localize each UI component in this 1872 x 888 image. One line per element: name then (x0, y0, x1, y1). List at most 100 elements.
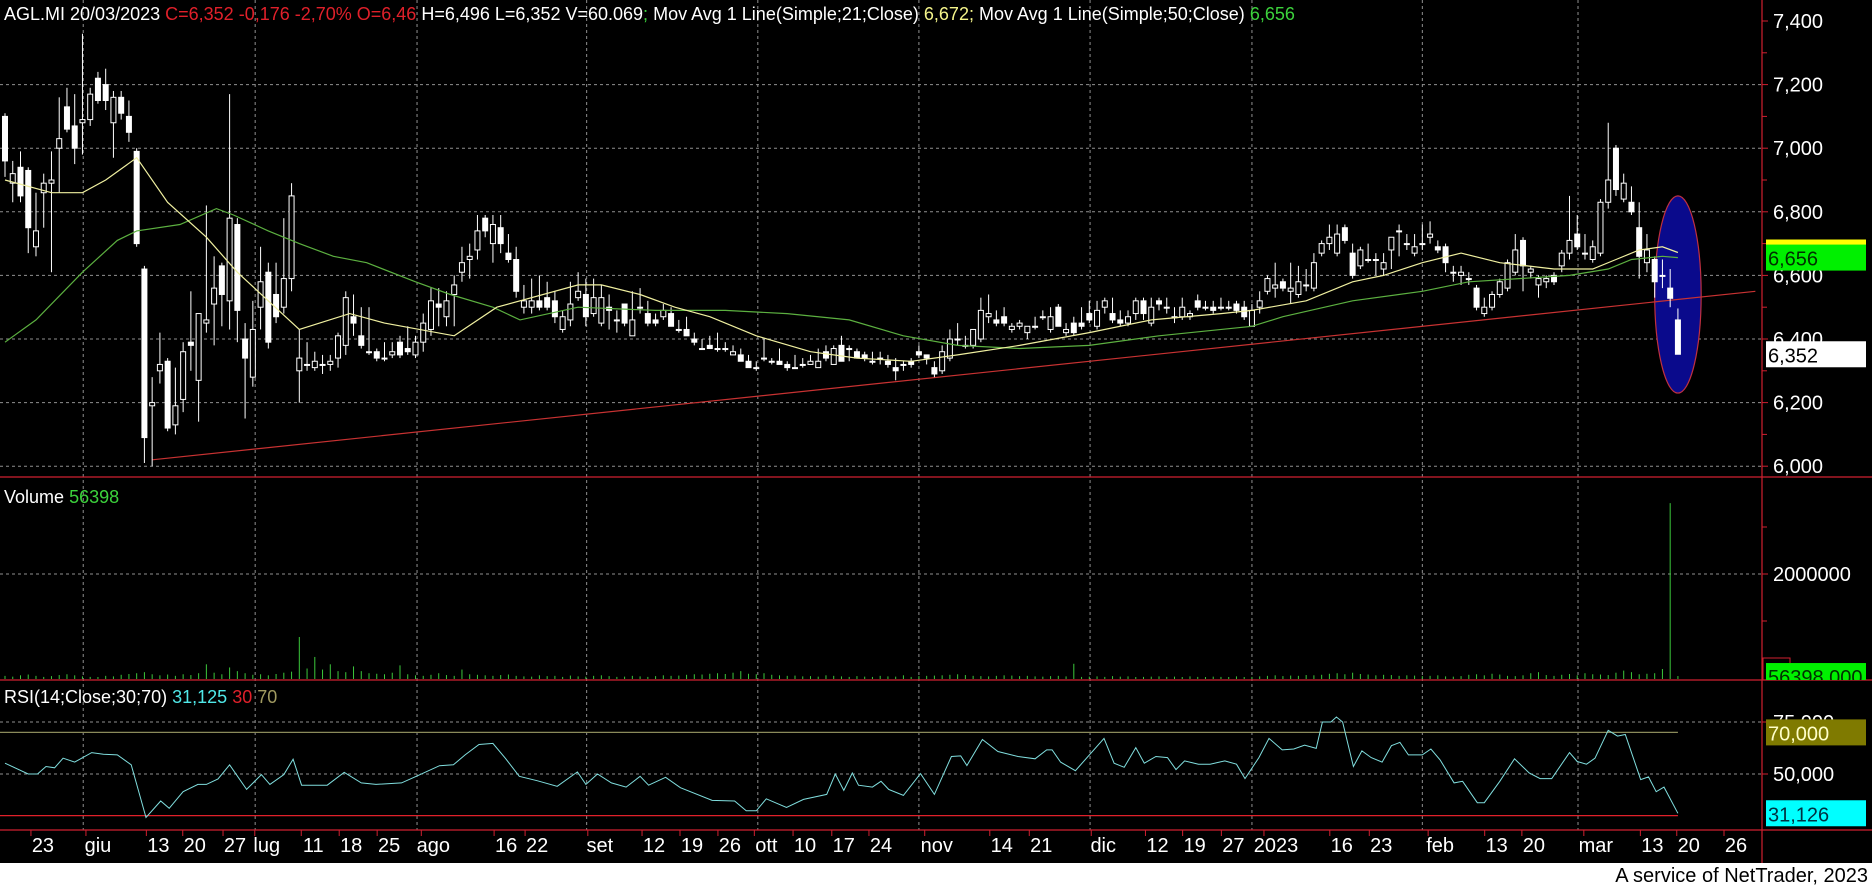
date-axis-label: 23 (32, 835, 54, 857)
candle-body-down (1349, 252, 1356, 276)
candle (1008, 323, 1015, 333)
candle (1210, 300, 1217, 314)
candle-body-down (358, 335, 365, 346)
footer: A service of NetTrader, 2023 (0, 863, 1872, 888)
candle (211, 256, 218, 346)
candle (420, 313, 427, 352)
candle-body-down (1194, 300, 1201, 308)
candle (1109, 297, 1116, 324)
candle (180, 342, 187, 413)
candle-body-up (1125, 316, 1132, 324)
candle-body-up (1024, 325, 1031, 334)
candle-body-up (629, 319, 636, 337)
candle-body-up (389, 351, 396, 356)
candle (900, 361, 907, 371)
candle-body-up (1272, 284, 1279, 289)
date-axis-label: 20 (1678, 835, 1700, 857)
candle-body-down (1674, 319, 1681, 355)
candle-body-up (815, 360, 822, 369)
candle (1132, 297, 1139, 320)
candle (1589, 240, 1596, 263)
candle-body-down (513, 259, 520, 292)
candle (1388, 236, 1395, 270)
candle-body-down (691, 338, 698, 343)
candle-body-up (575, 290, 582, 299)
candle (699, 339, 706, 351)
price-axis-label: 7,200 (1773, 75, 1823, 97)
candle-body-up (1527, 268, 1534, 273)
candle (1241, 300, 1248, 320)
candle (102, 68, 109, 111)
candle-body-down (497, 227, 504, 245)
chart-header: AGL.MI 20/03/2023 C=6,352 -0,176 -2,70% … (4, 4, 1295, 24)
candle-body-up (1620, 182, 1627, 200)
candle (381, 342, 388, 362)
volume-panel (4, 503, 1679, 679)
candle (249, 300, 256, 387)
candle (94, 71, 101, 104)
candle (1473, 284, 1480, 311)
candle (288, 183, 295, 292)
candle (877, 351, 884, 365)
candle-body-down (892, 367, 899, 372)
ma50-line (4, 207, 1678, 350)
candle-body-down (683, 328, 690, 337)
candle-body-up (1287, 287, 1294, 292)
candle-body-down (1612, 147, 1619, 191)
candle (1094, 300, 1101, 330)
candle (1202, 300, 1209, 311)
date-axis-label: 11 (303, 835, 324, 857)
candle-body-up (1380, 262, 1387, 270)
candle (652, 313, 659, 327)
candle-body-up (1427, 233, 1434, 238)
candle (1287, 262, 1294, 305)
candle (218, 262, 225, 327)
date-axis-label: 26 (1725, 835, 1747, 857)
ma21-line (4, 156, 1679, 362)
quote-date: 20/03/2023 (70, 4, 161, 24)
candle-body-up (1326, 236, 1333, 245)
candle (1279, 278, 1286, 292)
candle (1566, 195, 1573, 260)
candle-body-up (1496, 281, 1503, 295)
candle (125, 100, 132, 142)
candle (412, 335, 419, 359)
candle-body-up (1334, 233, 1341, 254)
candle-body-up (675, 328, 682, 331)
candle-body-up (1411, 246, 1418, 254)
candle-body-down (745, 360, 752, 369)
candle (265, 262, 272, 349)
candle-body-up (489, 224, 496, 245)
candle (977, 297, 984, 343)
candle (528, 278, 535, 314)
candle-body-up (699, 348, 706, 351)
marker-label: 56398.000 (1768, 667, 1863, 689)
candle (427, 288, 434, 336)
candle (1628, 186, 1635, 215)
candle-body-down (1233, 303, 1240, 311)
candle-body-up (1179, 306, 1186, 318)
candle (373, 348, 380, 362)
candle-body-up (427, 300, 434, 330)
candle-body-up (598, 297, 605, 324)
candle (1372, 253, 1379, 276)
date-axis-label: 23 (1370, 835, 1392, 857)
candle-body-up (830, 348, 837, 365)
candle-body-up (1248, 309, 1255, 327)
date-axis-label: dic (1090, 835, 1116, 857)
candle (358, 307, 365, 349)
candle (714, 332, 721, 352)
date-axis-label: 20 (1523, 835, 1545, 857)
candle-body-down (373, 351, 380, 359)
candle-body-up (327, 360, 334, 365)
date-axis-label: 21 (1030, 835, 1052, 857)
candle-body-up (1450, 271, 1457, 274)
candle-body-up (48, 179, 55, 184)
candle-body-up (226, 217, 233, 302)
date-axis-label: 13 (1641, 835, 1663, 857)
candle-body-up (211, 287, 218, 305)
candle-body-up (1566, 239, 1573, 254)
candle-body-up (1597, 201, 1604, 254)
candle-body-up (1202, 306, 1209, 309)
candle-body-down (1667, 287, 1674, 299)
